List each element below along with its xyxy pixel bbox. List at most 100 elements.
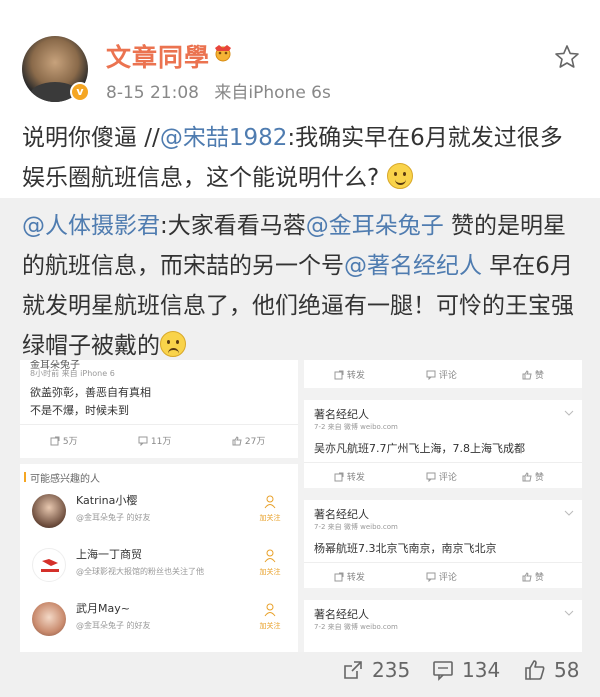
- follow-label: 加关注: [259, 514, 281, 522]
- like-icon: [522, 572, 532, 582]
- suggest-user: 上海一丁商贸 @全球影视大报馆的粉丝也关注了他 加关注: [20, 544, 298, 594]
- add-user-icon: [264, 495, 276, 509]
- suggest-user: Katrina小樱 @金耳朵兔子 的好友 加关注: [20, 490, 298, 540]
- user-note: @金耳朵兔子 的好友: [76, 513, 151, 522]
- right-post-card: 著名经纪人 7-2 来自 微博 weibo.com: [304, 600, 582, 652]
- repost-icon: [344, 661, 362, 679]
- repost-icon: [334, 472, 344, 482]
- right-post-author: 著名经纪人: [314, 608, 369, 621]
- repost-icon: [334, 572, 344, 582]
- repost-label: 转发: [346, 473, 365, 483]
- comment-icon: [426, 370, 436, 381]
- embedded-screenshot-image[interactable]: 金耳朵兔子 8小时前 来自 iPhone 6 欲盖弥彰，善恶自有真相 不是不爆，…: [20, 360, 582, 652]
- add-user-icon: [264, 549, 276, 563]
- mention-link[interactable]: @宋喆1982: [160, 125, 288, 151]
- like-icon: [232, 436, 242, 446]
- right-post-text: 杨幂航班7.3北京飞南京，南京飞北京: [314, 542, 497, 555]
- user-avatar: [32, 602, 66, 636]
- repost-icon: [334, 370, 344, 380]
- like-icon: [525, 660, 545, 680]
- repost-text: @人体摄影君:大家看看马蓉@金耳朵兔子 赞的是明星的航班信息，而宋喆的另一个号@…: [22, 206, 582, 366]
- repost-action: 转发: [334, 368, 365, 381]
- like-icon: [522, 472, 532, 482]
- like-label: 赞: [534, 371, 544, 381]
- repost-icon: [50, 436, 60, 446]
- user-name: 武月May~: [76, 602, 130, 615]
- post-meta: 8-15 21:08 来自iPhone 6s: [106, 78, 331, 103]
- right-post-card: 著名经纪人 7-2 来自 微博 weibo.com 杨幂航班7.3北京飞南京，南…: [304, 500, 582, 588]
- like-action: 赞: [522, 368, 544, 381]
- post-text: 说明你傻逼 //@宋喆1982:我确实早在6月就发过很多娱乐圈航班信息，这个能说…: [22, 118, 582, 198]
- right-post-card: 著名经纪人 7-2 来自 微博 weibo.com 吴亦凡航班7.7广州飞上海，…: [304, 400, 582, 488]
- repost-text-part: :大家看看马蓉: [160, 213, 306, 239]
- comment-label: 评论: [438, 573, 457, 583]
- left-repost-count: 5万: [62, 437, 78, 447]
- user-name: 上海一丁商贸: [76, 548, 142, 561]
- comment-icon: [138, 436, 148, 447]
- post-time: 8-15 21:08: [106, 83, 199, 103]
- sad-emoji-icon: [160, 331, 186, 357]
- chevron-down-icon: [564, 610, 574, 616]
- verified-badge-icon: v: [70, 82, 90, 102]
- like-label: 赞: [534, 573, 544, 583]
- chevron-down-icon: [564, 510, 574, 516]
- divider: [304, 462, 582, 463]
- crown-icon: [215, 45, 231, 62]
- left-post-line2: 不是不爆，时候未到: [30, 404, 129, 417]
- post-source[interactable]: 来自iPhone 6s: [214, 83, 330, 103]
- repost-label: 转发: [346, 371, 365, 381]
- comment-icon: [426, 572, 436, 583]
- post-text-part: 说明你傻逼 //: [22, 125, 160, 151]
- right-post-author: 著名经纪人: [314, 508, 369, 521]
- comment-action: 评论: [426, 570, 457, 583]
- left-comment-count: 11万: [150, 437, 172, 447]
- right-post-author: 著名经纪人: [314, 408, 369, 421]
- repost-label: 转发: [346, 573, 365, 583]
- repost-action: 转发: [334, 570, 365, 583]
- user-note: @全球影视大报馆的粉丝也关注了他: [76, 567, 204, 576]
- divider: [304, 562, 582, 563]
- comment-label: 评论: [438, 371, 457, 381]
- right-action-bar: 转发 评论 赞: [304, 360, 582, 388]
- repost-action: 转发: [334, 470, 365, 483]
- left-comment-action: 11万: [138, 434, 171, 447]
- follow-button: 加关注: [258, 548, 282, 577]
- left-post-meta: 8小时前 来自 iPhone 6: [30, 369, 115, 378]
- follow-button: 加关注: [258, 602, 282, 631]
- comment-count: 134: [462, 658, 501, 682]
- divider: [20, 424, 298, 425]
- brand-logo-icon: [41, 559, 59, 572]
- section-marker: [24, 472, 26, 482]
- chevron-down-icon: [564, 410, 574, 416]
- mention-link[interactable]: @人体摄影君: [22, 213, 160, 239]
- repost-count: 235: [372, 658, 411, 682]
- right-post-text: 吴亦凡航班7.7广州飞上海，7.8上海飞成都: [314, 442, 525, 455]
- comment-icon: [433, 661, 453, 681]
- left-like-action: 27万: [232, 434, 265, 447]
- like-icon: [522, 370, 532, 380]
- comment-action: 评论: [426, 368, 457, 381]
- left-post-card: 金耳朵兔子 8小时前 来自 iPhone 6 欲盖弥彰，善恶自有真相 不是不爆，…: [20, 360, 298, 458]
- smile-emoji-icon: [386, 163, 413, 189]
- username[interactable]: 文章同學: [106, 38, 210, 74]
- star-icon[interactable]: [554, 44, 580, 70]
- mention-link[interactable]: @金耳朵兔子: [306, 213, 444, 239]
- suggest-user: 武月May~ @金耳朵兔子 的好友 加关注: [20, 598, 298, 648]
- right-post-meta: 7-2 来自 微博 weibo.com: [314, 623, 398, 631]
- post-header: v 文章同學 8-15 21:08 来自iPhone 6s: [0, 0, 600, 110]
- like-label: 赞: [534, 473, 544, 483]
- user-avatar: [32, 494, 66, 528]
- follow-label: 加关注: [259, 622, 281, 630]
- right-post-meta: 7-2 来自 微博 weibo.com: [314, 423, 398, 431]
- user-avatar: [32, 548, 66, 582]
- left-like-count: 27万: [244, 437, 266, 447]
- user-note: @金耳朵兔子 的好友: [76, 621, 151, 630]
- mention-link[interactable]: @著名经纪人: [344, 253, 482, 279]
- repost-block[interactable]: @人体摄影君:大家看看马蓉@金耳朵兔子 赞的是明星的航班信息，而宋喆的另一个号@…: [0, 198, 600, 697]
- comment-label: 评论: [438, 473, 457, 483]
- suggest-card: 可能感兴趣的人 Katrina小樱 @金耳朵兔子 的好友 加关注 上海一丁商贸 …: [20, 464, 298, 652]
- like-action: 赞: [522, 470, 544, 483]
- left-repost-action: 5万: [50, 434, 78, 447]
- follow-button: 加关注: [258, 494, 282, 523]
- right-post-meta: 7-2 来自 微博 weibo.com: [314, 523, 398, 531]
